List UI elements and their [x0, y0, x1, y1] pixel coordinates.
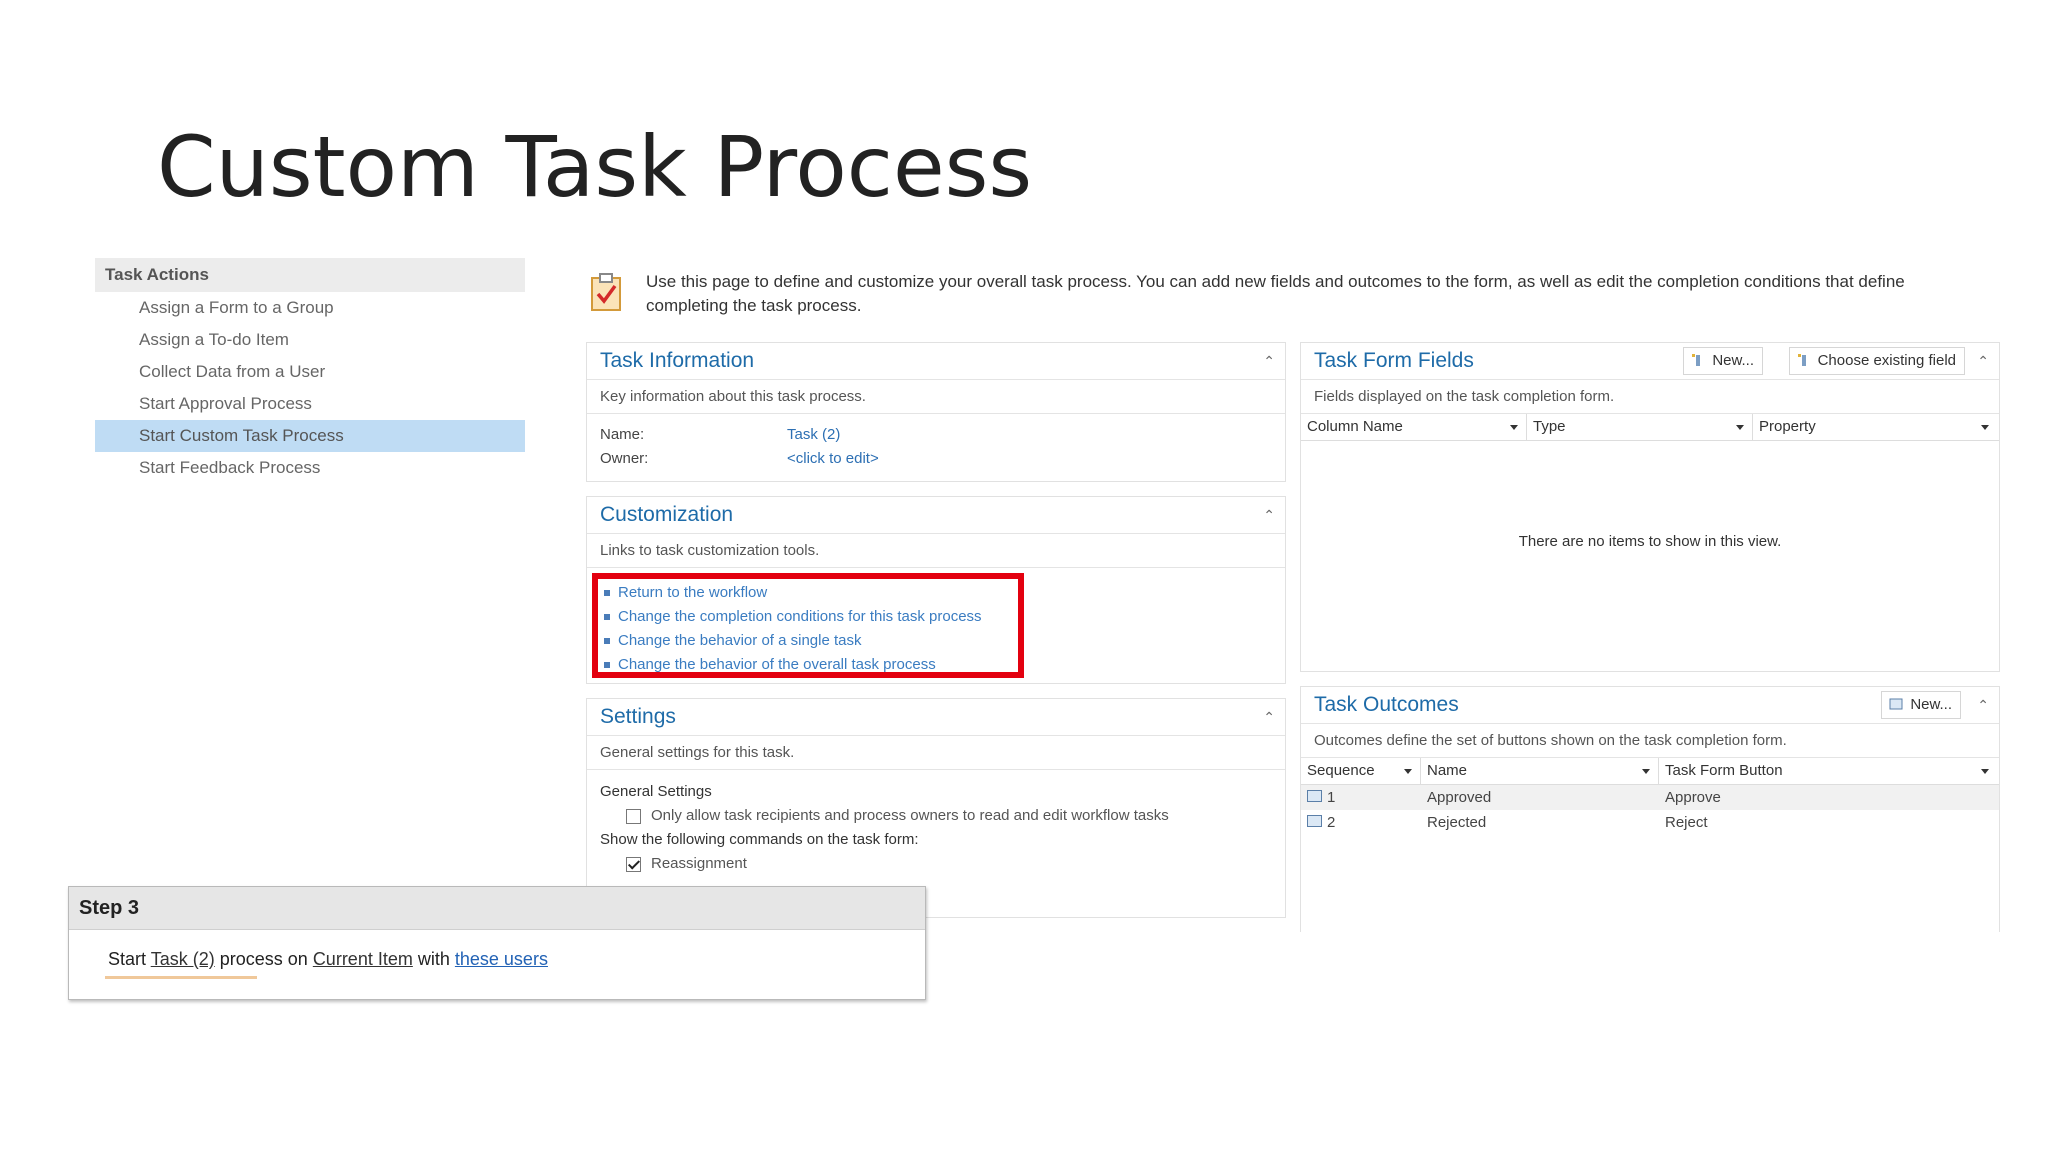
new-outcome-icon: [1889, 698, 1903, 710]
dropdown-arrow-icon: [1981, 769, 1989, 774]
step3-panel: Step 3 Start Task (2) process on Current…: [68, 886, 926, 1000]
collapse-chevron-icon[interactable]: ⌃: [1263, 699, 1275, 735]
settings-description: General settings for this task.: [587, 736, 1285, 770]
clipboard-check-icon: [590, 272, 622, 312]
task-information-description: Key information about this task process.: [587, 380, 1285, 414]
task-form-fields-title: Task Form Fields: [1314, 349, 1474, 372]
bullet-icon: [604, 590, 610, 596]
outcome-row[interactable]: 1 Approved Approve: [1301, 785, 1999, 810]
task-action-start-custom-task[interactable]: Start Custom Task Process: [95, 420, 525, 452]
column-name-header[interactable]: Column Name: [1301, 414, 1527, 440]
fields-empty-text: There are no items to show in this view.: [1518, 533, 1782, 550]
general-settings-label: General Settings: [600, 783, 712, 800]
dropdown-arrow-icon: [1642, 769, 1650, 774]
settings-panel: Settings ⌃ General settings for this tas…: [586, 698, 1286, 918]
only-allow-label: Only allow task recipients and process o…: [651, 807, 1169, 824]
customization-description: Links to task customization tools.: [587, 534, 1285, 568]
reassignment-checkbox[interactable]: [626, 856, 641, 872]
link-change-single-task[interactable]: Change the behavior of a single task: [598, 629, 1018, 653]
these-users-link[interactable]: these users: [455, 949, 548, 969]
dropdown-arrow-icon: [1981, 425, 1989, 430]
task-outcomes-title: Task Outcomes: [1314, 693, 1459, 716]
dropdown-arrow-icon: [1736, 425, 1744, 430]
name-label: Name:: [600, 426, 645, 443]
task-form-fields-description: Fields displayed on the task completion …: [1301, 380, 1999, 414]
task-action-start-approval[interactable]: Start Approval Process: [95, 388, 525, 420]
slide-title: Custom Task Process: [157, 118, 1033, 216]
bullet-icon: [604, 614, 610, 620]
dropdown-arrow-icon: [1510, 425, 1518, 430]
fields-grid-header: Column Name Type Property: [1301, 414, 1999, 441]
task-outcomes-description: Outcomes define the set of buttons shown…: [1301, 724, 1999, 758]
choose-existing-field-button[interactable]: Choose existing field: [1788, 347, 1965, 375]
task-form-button-header[interactable]: Task Form Button: [1659, 758, 1997, 784]
task-action-start-feedback[interactable]: Start Feedback Process: [95, 452, 525, 484]
outcome-item-icon: [1307, 815, 1322, 827]
task-actions-panel: Task Actions Assign a Form to a Group As…: [95, 258, 525, 484]
bullet-icon: [604, 638, 610, 644]
bullet-icon: [604, 662, 610, 668]
collapse-chevron-icon[interactable]: ⌃: [1977, 343, 1989, 379]
customization-links-highlight: Return to the workflow Change the comple…: [592, 573, 1024, 678]
settings-title: Settings: [600, 705, 676, 728]
task-information-panel: Task Information ⌃ Key information about…: [586, 342, 1286, 482]
choose-field-icon: [1797, 354, 1806, 366]
customization-title: Customization: [600, 503, 734, 526]
task-link[interactable]: Task (2): [151, 949, 215, 969]
step3-title: Step 3: [69, 887, 925, 930]
only-allow-checkbox[interactable]: [626, 808, 641, 824]
task-action-assign-todo[interactable]: Assign a To-do Item: [95, 324, 525, 356]
task-form-fields-panel: Task Form Fields New... Choose existing …: [1300, 342, 2000, 672]
current-item-link[interactable]: Current Item: [313, 949, 413, 969]
reassignment-label: Reassignment: [651, 855, 747, 872]
outcome-row[interactable]: 2 Rejected Reject: [1301, 810, 1999, 835]
property-header[interactable]: Property: [1753, 414, 1997, 440]
collapse-chevron-icon[interactable]: ⌃: [1263, 497, 1275, 533]
task-outcomes-panel: Task Outcomes New... ⌃ Outcomes define t…: [1300, 686, 2000, 932]
outcome-item-icon: [1307, 790, 1322, 802]
owner-value-link[interactable]: <click to edit>: [787, 450, 879, 467]
new-field-button[interactable]: New...: [1683, 347, 1763, 375]
spellcheck-underline: [105, 976, 257, 979]
task-action-collect-data[interactable]: Collect Data from a User: [95, 356, 525, 388]
task-actions-header: Task Actions: [95, 258, 525, 292]
link-return-workflow[interactable]: Return to the workflow: [598, 581, 1018, 605]
link-change-overall-process[interactable]: Change the behavior of the overall task …: [598, 653, 1018, 677]
intro-text: Use this page to define and customize yo…: [646, 272, 1905, 315]
collapse-chevron-icon[interactable]: ⌃: [1263, 343, 1275, 379]
new-outcome-button[interactable]: New...: [1881, 691, 1961, 719]
name-value-link[interactable]: Task (2): [787, 426, 840, 443]
outcomes-grid-header: Sequence Name Task Form Button: [1301, 758, 1999, 785]
show-commands-label: Show the following commands on the task …: [600, 831, 919, 848]
link-change-completion[interactable]: Change the completion conditions for thi…: [598, 605, 1018, 629]
sequence-header[interactable]: Sequence: [1301, 758, 1421, 784]
outcome-name-header[interactable]: Name: [1421, 758, 1659, 784]
type-header[interactable]: Type: [1527, 414, 1753, 440]
owner-label: Owner:: [600, 450, 649, 467]
new-field-icon: [1692, 354, 1701, 366]
collapse-chevron-icon[interactable]: ⌃: [1977, 687, 1989, 723]
task-action-assign-form-group[interactable]: Assign a Form to a Group: [95, 292, 525, 324]
task-information-title: Task Information: [600, 349, 755, 372]
step3-sentence: Start Task (2) process on Current Item w…: [108, 949, 548, 969]
dropdown-arrow-icon: [1404, 769, 1412, 774]
